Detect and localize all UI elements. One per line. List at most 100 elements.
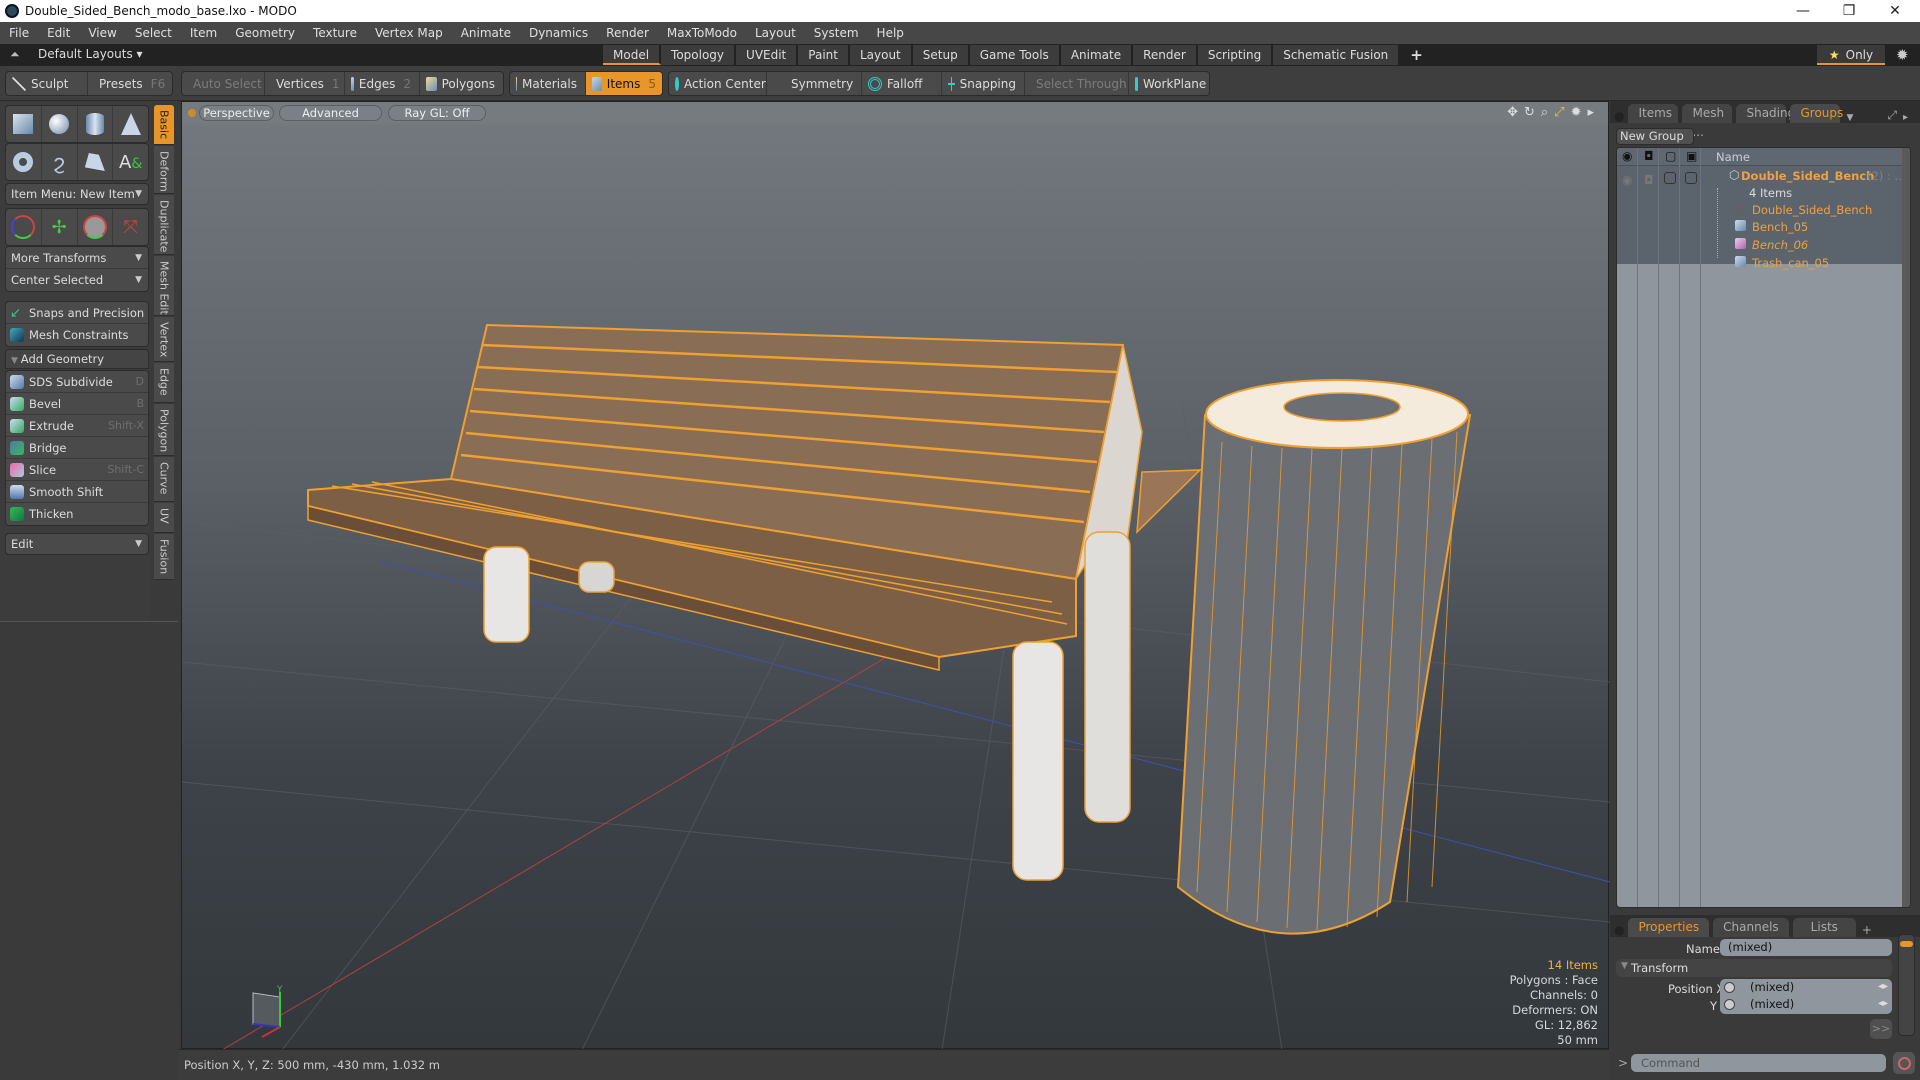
vtab-duplicate[interactable]: Duplicate	[154, 195, 174, 255]
sculpt-button[interactable]: Sculpt	[6, 72, 88, 95]
edges-button[interactable]: Edges 2	[345, 72, 420, 95]
torus-tool[interactable]	[6, 144, 42, 180]
add-tab-icon[interactable]: +	[1862, 923, 1872, 937]
select-cube-icon[interactable]: ▣	[1686, 149, 1697, 163]
vtab-deform[interactable]: Deform	[154, 146, 174, 194]
tool-extrude[interactable]: Extrude Shift-X	[6, 415, 148, 437]
menu-render[interactable]: Render	[597, 26, 658, 40]
menu-texture[interactable]: Texture	[304, 26, 366, 40]
tab-channels[interactable]: Channels	[1713, 918, 1789, 937]
snapping-button[interactable]: Snapping	[942, 72, 1025, 95]
group-select-toggle[interactable]	[1685, 172, 1697, 184]
workplane-button[interactable]: WorkPlane	[1129, 72, 1209, 95]
tool-bevel[interactable]: Bevel B	[6, 393, 148, 415]
only-toggle[interactable]: ★ Only	[1817, 45, 1885, 65]
panel-options-dot[interactable]: ●	[1614, 923, 1624, 937]
more-transforms-dropdown[interactable]: More Transforms ▼	[6, 247, 148, 269]
tool-sds-subdivide[interactable]: SDS Subdivide D	[6, 371, 148, 393]
tool-slice[interactable]: Slice Shift-C	[6, 459, 148, 481]
groups-scrollbar[interactable]	[1902, 148, 1910, 907]
tab-groups[interactable]: Groups	[1790, 104, 1843, 123]
auto-select-button[interactable]: Auto Select	[182, 72, 265, 95]
tabs-dropdown-icon[interactable]: ▼	[1846, 113, 1853, 123]
tab-setup[interactable]: Setup	[912, 45, 970, 65]
viewport-more-icon[interactable]: ▸	[1587, 105, 1594, 120]
add-tab-button[interactable]: +	[1400, 45, 1435, 65]
vtab-mesh-edit[interactable]: Mesh Edit	[154, 256, 174, 316]
items-button[interactable]: Items 5	[586, 72, 662, 95]
materials-button[interactable]: Materials	[510, 72, 586, 95]
raygl-dropdown[interactable]: Ray GL: Off	[388, 105, 486, 121]
rotate-tool[interactable]	[78, 209, 114, 245]
menu-layout[interactable]: Layout	[746, 26, 805, 40]
render-camera-icon[interactable]: ◘	[1644, 149, 1654, 163]
collapse-icon[interactable]: ⏶	[10, 47, 20, 62]
add-geometry-header[interactable]: ▼ Add Geometry	[5, 349, 149, 369]
default-layouts-dropdown[interactable]: Default Layouts ▾	[38, 47, 143, 61]
expand-panel-icon[interactable]: ⤢	[1887, 108, 1897, 123]
tab-paint[interactable]: Paint	[798, 45, 850, 65]
record-button[interactable]	[1893, 1052, 1915, 1074]
gear-icon[interactable]: ✹	[1896, 46, 1909, 64]
menu-dynamics[interactable]: Dynamics	[520, 26, 597, 40]
position-x-field[interactable]: (mixed)	[1742, 979, 1872, 996]
viewport-gear-icon[interactable]: ✹	[1571, 105, 1582, 120]
cylinder-tool[interactable]	[78, 106, 114, 142]
tab-render[interactable]: Render	[1133, 45, 1198, 65]
restore-button[interactable]: ❐	[1826, 0, 1872, 22]
tool-thicken[interactable]: Thicken	[6, 503, 148, 525]
viewport-options-dot[interactable]	[188, 109, 196, 117]
menu-edit[interactable]: Edit	[38, 26, 79, 40]
vtab-uv[interactable]: UV	[154, 503, 174, 533]
menu-geometry[interactable]: Geometry	[226, 26, 304, 40]
vtab-polygon[interactable]: Polygon	[154, 404, 174, 456]
properties-scrollbar[interactable]	[1898, 934, 1915, 1036]
tab-topology[interactable]: Topology	[661, 45, 737, 65]
tab-mesh[interactable]: Mesh ...	[1682, 104, 1733, 139]
panel-more-icon[interactable]: ▸	[1903, 112, 1908, 123]
vtab-vertex[interactable]: Vertex	[154, 317, 174, 362]
capsule-tool[interactable]: ϩ	[42, 144, 78, 180]
mesh-constraints-button[interactable]: Mesh Constraints	[6, 324, 148, 346]
panel-options-dot[interactable]: ●	[1614, 109, 1624, 123]
position-y-field[interactable]: (mixed)	[1742, 996, 1872, 1013]
bench-model[interactable]	[307, 323, 1202, 881]
tab-model[interactable]: Model	[603, 45, 662, 65]
tab-uvedit[interactable]: UVEdit	[736, 45, 799, 65]
menu-system[interactable]: System	[805, 26, 868, 40]
symmetry-button[interactable]: Symmetry	[767, 72, 862, 95]
lock-icon[interactable]: ▢	[1665, 149, 1676, 163]
tab-scripting[interactable]: Scripting	[1197, 45, 1274, 65]
snaps-precision-button[interactable]: ↙ Snaps and Precision	[6, 302, 148, 324]
select-through-button[interactable]: Select Through	[1025, 72, 1129, 95]
action-center-button[interactable]: Action Center	[669, 72, 767, 95]
transform-tool[interactable]	[6, 209, 42, 245]
tab-lists[interactable]: Lists	[1792, 918, 1856, 937]
group-eye-icon[interactable]: ◉	[1622, 173, 1632, 187]
menu-select[interactable]: Select	[126, 26, 181, 40]
tab-animate[interactable]: Animate	[1060, 45, 1134, 65]
group-camera-icon[interactable]: ◘	[1644, 173, 1654, 187]
orbit-icon[interactable]: ↻	[1524, 105, 1535, 120]
tool-bridge[interactable]: Bridge	[6, 437, 148, 459]
tab-game-tools[interactable]: Game Tools	[969, 45, 1061, 65]
vtab-basic[interactable]: Basic	[154, 105, 174, 145]
falloff-button[interactable]: Falloff	[862, 72, 942, 95]
tab-schematic-fusion[interactable]: Schematic Fusion	[1273, 45, 1401, 65]
menu-file[interactable]: File	[0, 26, 38, 40]
edit-dropdown[interactable]: Edit ▼	[5, 533, 149, 555]
menu-maxtomodo[interactable]: MaxToModo	[658, 26, 746, 40]
pan-icon[interactable]: ✥	[1507, 105, 1518, 120]
item-menu-dropdown[interactable]: Item Menu: New Item ▼	[5, 183, 149, 205]
tab-shading[interactable]: Shading	[1736, 104, 1795, 123]
zoom-icon[interactable]: ⌕	[1541, 105, 1548, 120]
trash-can-model[interactable]	[1176, 379, 1472, 935]
tool-smooth-shift[interactable]: Smooth Shift	[6, 481, 148, 503]
menu-help[interactable]: Help	[868, 26, 913, 40]
vtab-fusion[interactable]: Fusion	[154, 534, 174, 580]
minimize-button[interactable]: —	[1780, 0, 1826, 22]
animate-key-x[interactable]	[1724, 982, 1735, 993]
vtab-curve[interactable]: Curve	[154, 457, 174, 502]
shading-dropdown[interactable]: Advanced	[279, 105, 382, 121]
presets-button[interactable]: Presets F6	[88, 72, 172, 95]
